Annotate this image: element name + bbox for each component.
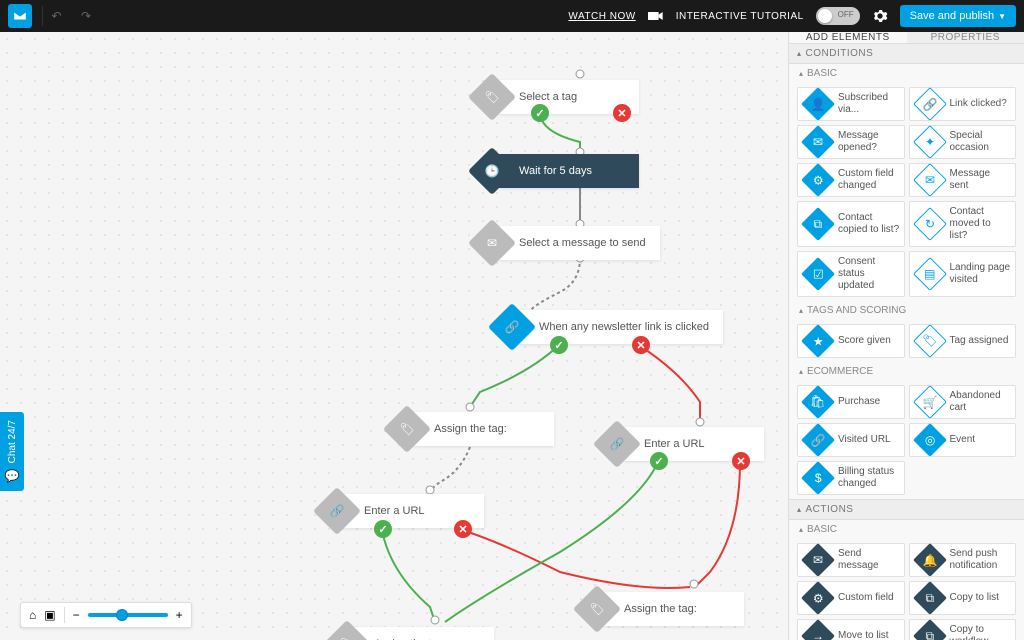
section-conditions[interactable]: ▴CONDITIONS: [789, 43, 1024, 64]
el-custom-field[interactable]: ⚙Custom field: [797, 581, 905, 615]
node-select-message[interactable]: ✉ Select a message to send: [475, 226, 660, 260]
el-move-to-list[interactable]: →Move to list: [797, 619, 905, 640]
home-icon[interactable]: ⌂: [29, 608, 36, 622]
el-billing-status[interactable]: $Billing status changed: [797, 461, 905, 495]
el-copy-to-list[interactable]: ⧉Copy to list: [909, 581, 1017, 615]
el-purchase[interactable]: 🛍Purchase: [797, 385, 905, 419]
el-tag-assigned[interactable]: 🏷Tag assigned: [909, 324, 1017, 358]
video-icon: [648, 10, 664, 22]
el-copy-to-workflow[interactable]: ⧉Copy to workflow: [909, 619, 1017, 640]
save-publish-button[interactable]: Save and publish▼: [900, 5, 1016, 27]
el-message-opened[interactable]: ✉Message opened?: [797, 125, 905, 159]
el-link-clicked[interactable]: 🔗Link clicked?: [909, 87, 1017, 121]
zoom-toolbar: ⌂ ▣ − +: [20, 602, 192, 628]
el-special-occasion[interactable]: ✦Special occasion: [909, 125, 1017, 159]
watch-now-link[interactable]: WATCH NOW: [568, 11, 635, 22]
node-wait[interactable]: 🕒 Wait for 5 days: [475, 154, 639, 188]
node-newsletter-clicked[interactable]: 🔗 When any newsletter link is clicked: [495, 310, 723, 344]
redo-button[interactable]: ↷: [72, 6, 92, 26]
node-assign-tag-1[interactable]: 🏷 Assign the tag:: [390, 412, 554, 446]
close-icon: ✕: [454, 520, 472, 538]
workflow-canvas[interactable]: 🏷 Select a tag ✓ ✕ 🕒 Wait for 5 days ✉ S…: [0, 32, 788, 640]
check-icon: ✓: [650, 452, 668, 470]
tutorial-label: INTERACTIVE TUTORIAL: [676, 11, 804, 22]
el-score-given[interactable]: ★Score given: [797, 324, 905, 358]
el-message-sent[interactable]: ✉Message sent: [909, 163, 1017, 197]
el-consent-updated[interactable]: ☑Consent status updated: [797, 251, 905, 297]
chat-widget[interactable]: Chat 24/7 💬: [0, 412, 24, 491]
el-contact-copied[interactable]: ⧉Contact copied to list?: [797, 201, 905, 247]
el-custom-field-changed[interactable]: ⚙Custom field changed: [797, 163, 905, 197]
subsection-ecommerce[interactable]: ▴ECOMMERCE: [789, 362, 1024, 381]
top-bar: ↶ ↷ WATCH NOW INTERACTIVE TUTORIAL OFF S…: [0, 0, 1024, 32]
el-visited-url[interactable]: 🔗Visited URL: [797, 423, 905, 457]
node-assign-tag-3[interactable]: 🏷 Assign the tag:: [330, 627, 494, 640]
check-icon: ✓: [531, 104, 549, 122]
close-icon: ✕: [632, 336, 650, 354]
undo-button[interactable]: ↶: [42, 6, 62, 26]
subsection-actions-basic[interactable]: ▴BASIC: [789, 520, 1024, 539]
right-panel: ADD ELEMENTS PROPERTIES ▴CONDITIONS ▴BAS…: [788, 32, 1024, 640]
check-icon: ✓: [550, 336, 568, 354]
el-event[interactable]: ◎Event: [909, 423, 1017, 457]
subsection-tags-scoring[interactable]: ▴TAGS AND SCORING: [789, 301, 1024, 320]
zoom-out-button[interactable]: −: [73, 608, 80, 622]
close-icon: ✕: [732, 452, 750, 470]
close-icon: ✕: [613, 104, 631, 122]
check-icon: ✓: [374, 520, 392, 538]
el-contact-moved[interactable]: ↻Contact moved to list?: [909, 201, 1017, 247]
tutorial-toggle[interactable]: OFF: [816, 7, 860, 25]
settings-icon[interactable]: [872, 8, 888, 24]
node-assign-tag-2[interactable]: 🏷 Assign the tag:: [580, 592, 744, 626]
chat-icon: 💬: [5, 469, 20, 483]
tab-add-elements[interactable]: ADD ELEMENTS: [789, 32, 907, 43]
fit-icon[interactable]: ▣: [44, 608, 55, 622]
el-abandoned-cart[interactable]: 🛒Abandoned cart: [909, 385, 1017, 419]
zoom-in-button[interactable]: +: [176, 608, 183, 622]
tab-properties[interactable]: PROPERTIES: [907, 32, 1024, 43]
el-subscribed-via[interactable]: 👤Subscribed via...: [797, 87, 905, 121]
el-send-push[interactable]: 🔔Send push notification: [909, 543, 1017, 577]
section-actions[interactable]: ▴ACTIONS: [789, 499, 1024, 520]
el-landing-visited[interactable]: ▤Landing page visited: [909, 251, 1017, 297]
el-send-message[interactable]: ✉Send message: [797, 543, 905, 577]
logo-icon[interactable]: [8, 4, 32, 28]
zoom-slider[interactable]: [88, 613, 168, 617]
subsection-basic[interactable]: ▴BASIC: [789, 64, 1024, 83]
